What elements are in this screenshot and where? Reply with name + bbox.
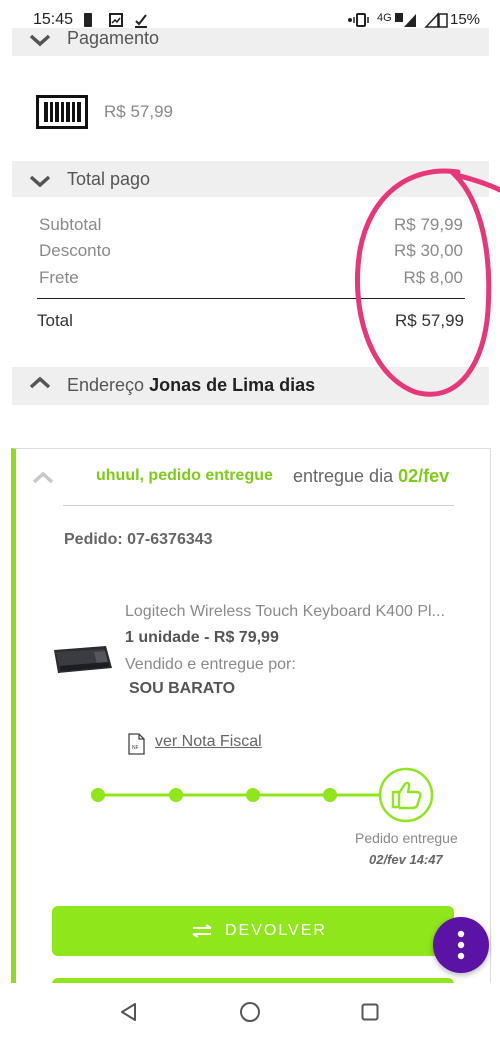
delivery-timeline bbox=[91, 767, 434, 823]
shipping-label: Frete bbox=[39, 268, 79, 287]
delivered-info: entregue dia 02/fev bbox=[293, 466, 449, 487]
more-options-fab[interactable] bbox=[433, 917, 489, 973]
swap-icon bbox=[192, 924, 212, 938]
delivered-prefix: entregue dia bbox=[293, 466, 394, 486]
order-label: Pedido: bbox=[64, 531, 123, 548]
product-image[interactable] bbox=[50, 642, 114, 676]
annotation-circle bbox=[355, 168, 500, 397]
barcode-icon bbox=[36, 95, 88, 129]
order-status-text: uhuul, pedido entregue bbox=[96, 467, 273, 484]
address-label: Endereço bbox=[67, 375, 145, 395]
timeline-time: 02/fev 14:47 bbox=[369, 852, 443, 867]
document-icon-label: NF bbox=[132, 745, 139, 751]
delivered-date: 02/fev bbox=[398, 466, 450, 486]
discount-label: Desconto bbox=[39, 241, 111, 260]
status-bar-overlay bbox=[0, 0, 500, 40]
return-button[interactable]: DEVOLVER bbox=[52, 906, 454, 956]
chevron-down-icon bbox=[29, 175, 51, 188]
subtotal-label: Subtotal bbox=[39, 215, 102, 234]
timeline-step-3 bbox=[246, 788, 260, 802]
timeline-step-final bbox=[378, 767, 434, 823]
chevron-up-icon[interactable] bbox=[31, 470, 55, 486]
timeline-status: Pedido entregue bbox=[355, 830, 458, 846]
total-paid-header-label: Total pago bbox=[67, 169, 151, 189]
invoice-link[interactable]: ver Nota Fiscal bbox=[155, 733, 262, 751]
sold-by-label: Vendido e entregue por: bbox=[125, 656, 296, 673]
payment-amount: R$ 57,99 bbox=[104, 102, 173, 121]
card-divider bbox=[63, 505, 454, 506]
address-name: Jonas de Lima dias bbox=[149, 375, 316, 395]
seller-name: SOU BARATO bbox=[129, 680, 236, 697]
recents-icon[interactable] bbox=[361, 1003, 379, 1021]
navigation-bar bbox=[0, 983, 500, 1041]
return-button-label: DEVOLVER bbox=[225, 922, 327, 939]
product-quantity-price: 1 unidade - R$ 79,99 bbox=[125, 629, 279, 646]
total-label: Total bbox=[37, 311, 73, 330]
order-number-value: 07-6376343 bbox=[127, 531, 213, 548]
home-icon[interactable] bbox=[239, 1001, 261, 1023]
order-number: Pedido: 07-6376343 bbox=[64, 531, 213, 549]
back-icon[interactable] bbox=[119, 1002, 139, 1022]
timeline-step-1 bbox=[91, 788, 105, 802]
product-title[interactable]: Logitech Wireless Touch Keyboard K400 Pl… bbox=[125, 603, 445, 621]
document-icon: NF bbox=[128, 733, 145, 755]
more-vertical-icon bbox=[457, 930, 465, 960]
chevron-up-icon bbox=[29, 376, 51, 389]
timeline-step-2 bbox=[169, 788, 183, 802]
timeline-step-4 bbox=[323, 788, 337, 802]
